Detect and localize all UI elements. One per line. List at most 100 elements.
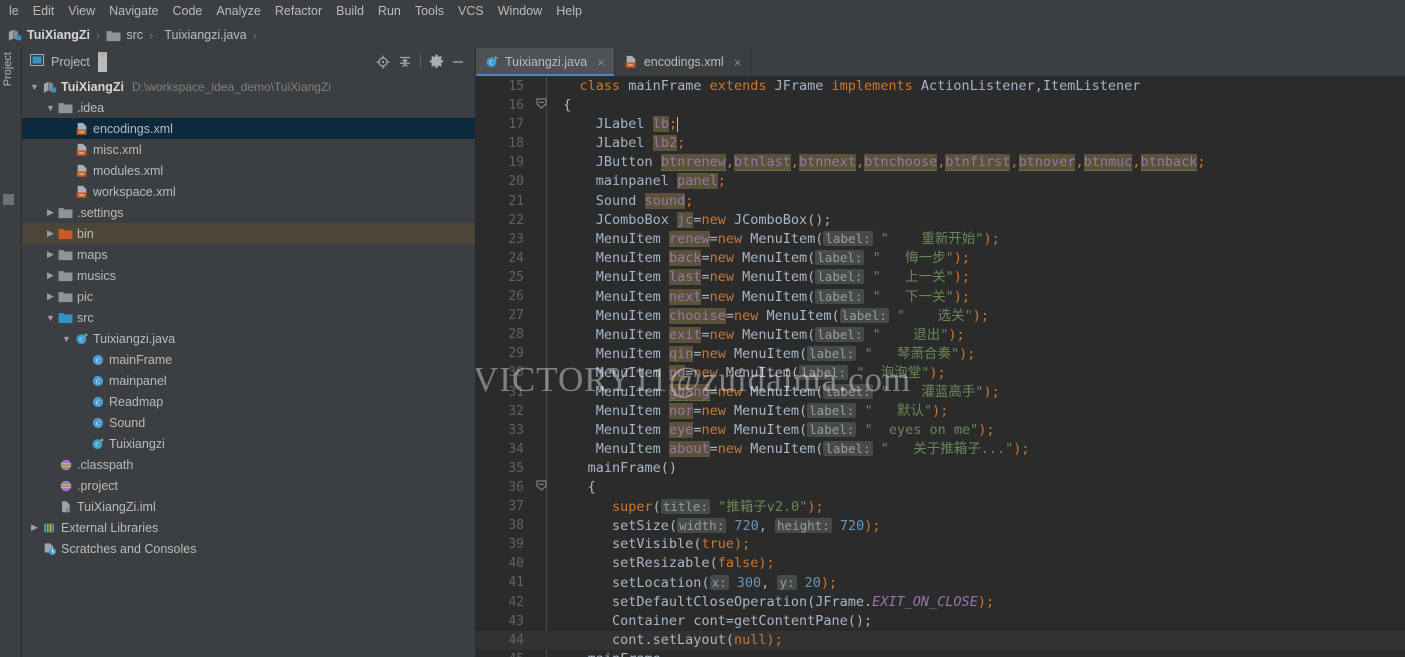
code-line[interactable]: 28 MenuItem exit=new MenuItem(label: " 退… <box>476 325 1405 344</box>
editor-tab-tuixiangzi-java[interactable]: C Tuixiangzi.java × <box>476 48 615 76</box>
code-line[interactable]: 39 setVisible(true); <box>476 535 1405 554</box>
chevron-down-icon[interactable]: ▼ <box>44 313 57 323</box>
menu-item-run[interactable]: Run <box>371 1 408 21</box>
code-line[interactable]: 21 Sound sound; <box>476 192 1405 211</box>
tree-node-readmap[interactable]: C Readmap <box>22 391 475 412</box>
breadcrumb-item-tuixiangzi-java[interactable]: Tuixiangzi.java <box>157 28 248 42</box>
editor-tab-encodings-xml[interactable]: <> encodings.xml × <box>615 48 752 76</box>
source-code[interactable]: 15 class mainFrame extends JFrame implem… <box>476 77 1405 657</box>
code-line[interactable]: 41 setLocation(x: 300, y: 20); <box>476 573 1405 592</box>
gear-icon[interactable] <box>425 51 447 73</box>
tree-node--settings[interactable]: ▶ .settings <box>22 202 475 223</box>
code-line[interactable]: 20 mainpanel panel; <box>476 172 1405 191</box>
menu-item-edit[interactable]: Edit <box>26 1 62 21</box>
chevron-right-icon[interactable]: ▶ <box>28 522 41 533</box>
tree-node-mainframe[interactable]: CmainFrame <box>22 349 475 370</box>
code-line[interactable]: 26 MenuItem next=new MenuItem(label: " 下… <box>476 287 1405 306</box>
locate-target-icon[interactable] <box>372 51 394 73</box>
tree-node--idea[interactable]: ▼ .idea <box>22 97 475 118</box>
tree-node-modules-xml[interactable]: <> modules.xml <box>22 160 475 181</box>
menu-item-code[interactable]: Code <box>166 1 210 21</box>
menu-item-analyze[interactable]: Analyze <box>209 1 267 21</box>
code-line[interactable]: 40 setResizable(false); <box>476 554 1405 573</box>
code-token: () <box>660 459 678 476</box>
tool-window-button-project[interactable]: Project <box>2 52 18 86</box>
code-line[interactable]: 23 MenuItem renew=new MenuItem(label: " … <box>476 230 1405 249</box>
code-line[interactable]: 35 mainFrame() <box>476 459 1405 478</box>
breadcrumb-item-tuixiangzi[interactable]: TuiXiangZi <box>6 28 92 42</box>
tree-node-src[interactable]: ▼ src <box>22 307 475 328</box>
menu-item-refactor[interactable]: Refactor <box>268 1 329 21</box>
chevron-right-icon[interactable]: ▶ <box>44 207 57 218</box>
chevron-down-icon[interactable]: ▼ <box>60 334 73 344</box>
tree-node-tuixiangzi-java[interactable]: ▼ C Tuixiangzi.java <box>22 328 475 349</box>
breadcrumb-item-src[interactable]: src <box>104 28 145 42</box>
chevron-right-icon[interactable]: ▶ <box>44 270 57 281</box>
code-line[interactable]: 25 MenuItem last=new MenuItem(label: " 上… <box>476 268 1405 287</box>
code-line[interactable]: 38 setSize(width: 720, height: 720); <box>476 516 1405 535</box>
project-tree[interactable]: ▼ TuiXiangZi D:\workspace_idea_demo\TuiXia… <box>22 75 475 657</box>
code-line[interactable]: 36 { <box>476 478 1405 497</box>
code-line-text: MenuItem about=new MenuItem(label: " 关于推… <box>533 439 1029 459</box>
tree-node-misc-xml[interactable]: <> misc.xml <box>22 139 475 160</box>
code-line[interactable]: 16 { <box>476 96 1405 115</box>
chevron-right-icon[interactable]: ▶ <box>44 291 57 302</box>
code-line[interactable]: 42 setDefaultCloseOperation(JFrame.EXIT_… <box>476 593 1405 612</box>
code-line[interactable]: 17 JLabel lb; <box>476 115 1405 134</box>
code-line[interactable]: 18 JLabel lb2; <box>476 134 1405 153</box>
menu-item-navigate[interactable]: Navigate <box>102 1 165 21</box>
code-line[interactable]: 30 MenuItem po=new MenuItem(label: " 泡泡堂… <box>476 363 1405 382</box>
menu-item-tools[interactable]: Tools <box>408 1 451 21</box>
tree-node-mainpanel[interactable]: Cmainpanel <box>22 370 475 391</box>
minimize-icon[interactable] <box>447 51 469 73</box>
breadcrumb-label: Tuixiangzi.java <box>164 28 247 42</box>
code-line[interactable]: 19 JButton btnrenew,btnlast,btnnext,btnc… <box>476 153 1405 172</box>
tree-node--project[interactable]: .project <box>22 475 475 496</box>
code-line[interactable]: 34 MenuItem about=new MenuItem(label: " … <box>476 440 1405 459</box>
tree-node-pic[interactable]: ▶ pic <box>22 286 475 307</box>
code-line[interactable]: 15 class mainFrame extends JFrame implem… <box>476 77 1405 96</box>
code-line[interactable]: 45 mainFrame <box>476 650 1405 657</box>
code-line[interactable]: 29 MenuItem qin=new MenuItem(label: " 琴萧… <box>476 344 1405 363</box>
editor-code-area[interactable]: 15 class mainFrame extends JFrame implem… <box>476 77 1405 657</box>
tree-node-tuixiangzi[interactable]: C Tuixiangzi <box>22 433 475 454</box>
chevron-right-icon[interactable]: ▶ <box>44 249 57 260</box>
tree-node-tuixiangzi-iml[interactable]: TuiXiangZi.iml <box>22 496 475 517</box>
code-line[interactable]: 31 MenuItem guang=new MenuItem(label: " … <box>476 383 1405 402</box>
chevron-down-icon[interactable]: ▼ <box>44 103 57 113</box>
code-line[interactable]: 27 MenuItem chooise=new MenuItem(label: … <box>476 306 1405 325</box>
chevron-down-icon[interactable] <box>97 51 107 72</box>
menu-item-view[interactable]: View <box>61 1 102 21</box>
svg-text:<>: <> <box>78 130 84 135</box>
tree-node-maps[interactable]: ▶ maps <box>22 244 475 265</box>
code-line[interactable]: 22 JComboBox jc=new JComboBox(); <box>476 211 1405 230</box>
chevron-right-icon[interactable]: ▶ <box>44 228 57 239</box>
code-line[interactable]: 32 MenuItem nor=new MenuItem(label: " 默认… <box>476 402 1405 421</box>
tree-node-encodings-xml[interactable]: <> encodings.xml <box>22 118 475 139</box>
code-fold-icon[interactable] <box>536 480 547 491</box>
collapse-all-icon[interactable] <box>394 51 416 73</box>
code-line[interactable]: 44 cont.setLayout(null); <box>476 630 1405 650</box>
tree-node-tuixiangzi[interactable]: ▼ TuiXiangZi D:\workspace_idea_demo\TuiXia… <box>22 76 475 97</box>
close-icon[interactable]: × <box>734 55 742 70</box>
tree-node-workspace-xml[interactable]: <> workspace.xml <box>22 181 475 202</box>
code-line[interactable]: 43 Container cont=getContentPane(); <box>476 612 1405 631</box>
code-line[interactable]: 37 super(title: "推箱子v2.0"); <box>476 497 1405 516</box>
close-icon[interactable]: × <box>597 55 605 70</box>
menu-item-vcs[interactable]: VCS <box>451 1 491 21</box>
tree-node-musics[interactable]: ▶ musics <box>22 265 475 286</box>
menu-item-le[interactable]: le <box>2 1 26 21</box>
menu-item-help[interactable]: Help <box>549 1 589 21</box>
code-token: mainFrame <box>588 651 661 657</box>
menu-item-window[interactable]: Window <box>491 1 549 21</box>
code-fold-icon[interactable] <box>536 98 547 109</box>
tree-node-bin[interactable]: ▶ bin <box>22 223 475 244</box>
tree-node-sound[interactable]: C Sound <box>22 412 475 433</box>
chevron-down-icon[interactable]: ▼ <box>28 82 41 92</box>
tree-node-scratches-and-consoles[interactable]: Scratches and Consoles <box>22 538 475 559</box>
code-line[interactable]: 24 MenuItem back=new MenuItem(label: " 悔… <box>476 249 1405 268</box>
code-line[interactable]: 33 MenuItem eye=new MenuItem(label: " ey… <box>476 421 1405 440</box>
tree-node-external-libraries[interactable]: ▶ External Libraries <box>22 517 475 538</box>
menu-item-build[interactable]: Build <box>329 1 371 21</box>
tree-node--classpath[interactable]: .classpath <box>22 454 475 475</box>
